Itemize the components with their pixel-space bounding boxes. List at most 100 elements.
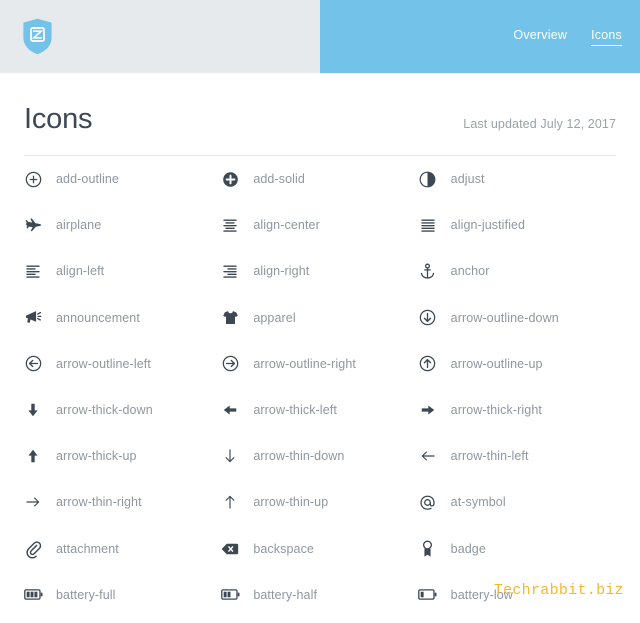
header-nav: Overview Icons xyxy=(320,0,640,73)
icon-label: badge xyxy=(450,541,486,556)
icon-cell-align-right[interactable]: align-right xyxy=(221,248,418,294)
icon-label: apparel xyxy=(253,310,296,325)
icon-label: arrow-outline-right xyxy=(253,356,356,371)
page-title: Icons xyxy=(24,103,93,135)
icon-cell-add-solid[interactable]: add-solid xyxy=(221,156,418,202)
icon-cell-adjust[interactable]: adjust xyxy=(419,156,616,202)
icon-label: arrow-outline-up xyxy=(450,356,543,371)
arrow-thin-down-icon xyxy=(221,447,239,465)
arrow-outline-right-icon xyxy=(221,355,239,373)
icon-cell-badge[interactable]: badge xyxy=(419,526,616,572)
icon-label: align-center xyxy=(253,218,320,233)
align-left-icon xyxy=(24,262,42,280)
badge-icon xyxy=(419,540,437,558)
icon-label: add-solid xyxy=(253,172,305,187)
announcement-icon xyxy=(24,309,42,327)
arrow-thick-left-icon xyxy=(221,401,239,419)
icon-cell-arrow-outline-up[interactable]: arrow-outline-up xyxy=(419,341,616,387)
header-left-panel xyxy=(0,0,320,73)
icon-cell-arrow-thin-left[interactable]: arrow-thin-left xyxy=(419,433,616,479)
icon-cell-arrow-outline-down[interactable]: arrow-outline-down xyxy=(419,295,616,341)
icon-label: arrow-thick-left xyxy=(253,403,337,418)
battery-full-icon xyxy=(23,586,42,604)
adjust-icon xyxy=(419,170,437,188)
icon-cell-arrow-thin-up[interactable]: arrow-thin-up xyxy=(221,479,418,525)
icon-cell-backspace[interactable]: backspace xyxy=(221,526,418,572)
icon-cell-battery-half[interactable]: battery-half xyxy=(220,572,418,618)
arrow-thin-left-icon xyxy=(419,447,437,465)
battery-low-icon xyxy=(418,586,437,604)
last-updated-text: Last updated July 12, 2017 xyxy=(463,117,616,131)
icon-cell-arrow-thin-right[interactable]: arrow-thin-right xyxy=(24,479,221,525)
icon-label: align-right xyxy=(253,264,310,279)
icon-label: arrow-thick-down xyxy=(56,403,153,418)
site-header: Overview Icons xyxy=(0,0,640,73)
page-title-row: Icons Last updated July 12, 2017 xyxy=(24,73,616,134)
icon-label: battery-low xyxy=(450,587,513,602)
icon-label: backspace xyxy=(253,541,314,556)
arrow-thin-right-icon xyxy=(24,493,42,511)
attachment-icon xyxy=(24,540,42,559)
icon-cell-arrow-thick-down[interactable]: arrow-thick-down xyxy=(24,387,221,433)
apparel-icon xyxy=(221,309,239,327)
add-outline-icon xyxy=(24,170,42,188)
icon-label: arrow-thin-down xyxy=(253,449,345,464)
icon-cell-apparel[interactable]: apparel xyxy=(221,295,418,341)
icon-grid: add-outline add-solid adjust airplane align-… xyxy=(23,156,616,618)
icon-label: arrow-thin-up xyxy=(253,495,329,510)
icon-cell-announcement[interactable]: announcement xyxy=(24,295,221,341)
backspace-icon xyxy=(221,540,239,558)
icon-label: arrow-thin-right xyxy=(56,495,142,510)
icon-label: add-outline xyxy=(56,172,119,187)
arrow-thin-up-icon xyxy=(221,493,239,511)
arrow-thick-right-icon xyxy=(419,401,437,419)
arrow-thick-up-icon xyxy=(24,447,42,465)
icon-label: announcement xyxy=(56,310,140,325)
arrow-outline-down-icon xyxy=(419,309,437,327)
icon-label: arrow-thick-right xyxy=(450,403,542,418)
shield-z-logo-icon[interactable] xyxy=(22,18,53,55)
icon-cell-airplane[interactable]: airplane xyxy=(24,202,221,248)
icon-cell-arrow-thick-right[interactable]: arrow-thick-right xyxy=(419,387,616,433)
align-justified-icon xyxy=(419,216,437,234)
align-center-icon xyxy=(221,216,239,234)
icon-label: airplane xyxy=(56,218,102,233)
icon-cell-align-justified[interactable]: align-justified xyxy=(419,202,616,248)
icon-cell-arrow-outline-right[interactable]: arrow-outline-right xyxy=(221,341,418,387)
icon-cell-battery-full[interactable]: battery-full xyxy=(23,572,221,618)
icon-label: arrow-thin-left xyxy=(450,449,529,464)
icon-cell-arrow-thin-down[interactable]: arrow-thin-down xyxy=(221,433,418,479)
nav-link-overview[interactable]: Overview xyxy=(513,28,567,45)
arrow-thick-down-icon xyxy=(24,401,42,419)
icon-cell-arrow-thick-up[interactable]: arrow-thick-up xyxy=(24,433,221,479)
icon-cell-battery-low[interactable]: battery-low xyxy=(418,572,616,618)
airplane-icon xyxy=(24,216,42,234)
anchor-icon xyxy=(419,262,437,280)
icon-label: anchor xyxy=(450,264,490,279)
icon-label: battery-half xyxy=(253,587,318,602)
icon-label: arrow-outline-left xyxy=(56,356,151,371)
arrow-outline-up-icon xyxy=(419,355,437,373)
battery-half-icon xyxy=(220,586,240,604)
icon-cell-align-left[interactable]: align-left xyxy=(24,248,221,294)
add-solid-icon xyxy=(221,170,239,188)
at-symbol-icon xyxy=(419,493,437,511)
icon-label: arrow-thick-up xyxy=(56,449,137,464)
icon-label: arrow-outline-down xyxy=(450,310,559,325)
icon-label: at-symbol xyxy=(450,495,506,510)
icon-label: attachment xyxy=(56,541,119,556)
icon-label: align-left xyxy=(56,264,105,279)
icon-label: adjust xyxy=(450,172,485,187)
icon-cell-align-center[interactable]: align-center xyxy=(221,202,418,248)
icon-cell-at-symbol[interactable]: at-symbol xyxy=(419,479,616,525)
icon-cell-arrow-thick-left[interactable]: arrow-thick-left xyxy=(221,387,418,433)
icon-cell-anchor[interactable]: anchor xyxy=(419,248,616,294)
icon-label: align-justified xyxy=(450,218,526,233)
nav-link-icons[interactable]: Icons xyxy=(591,28,622,46)
icon-cell-add-outline[interactable]: add-outline xyxy=(24,156,221,202)
icon-cell-attachment[interactable]: attachment xyxy=(24,526,221,572)
align-right-icon xyxy=(221,262,239,280)
arrow-outline-left-icon xyxy=(24,355,42,373)
icon-cell-arrow-outline-left[interactable]: arrow-outline-left xyxy=(24,341,221,387)
icon-label: battery-full xyxy=(56,587,116,602)
